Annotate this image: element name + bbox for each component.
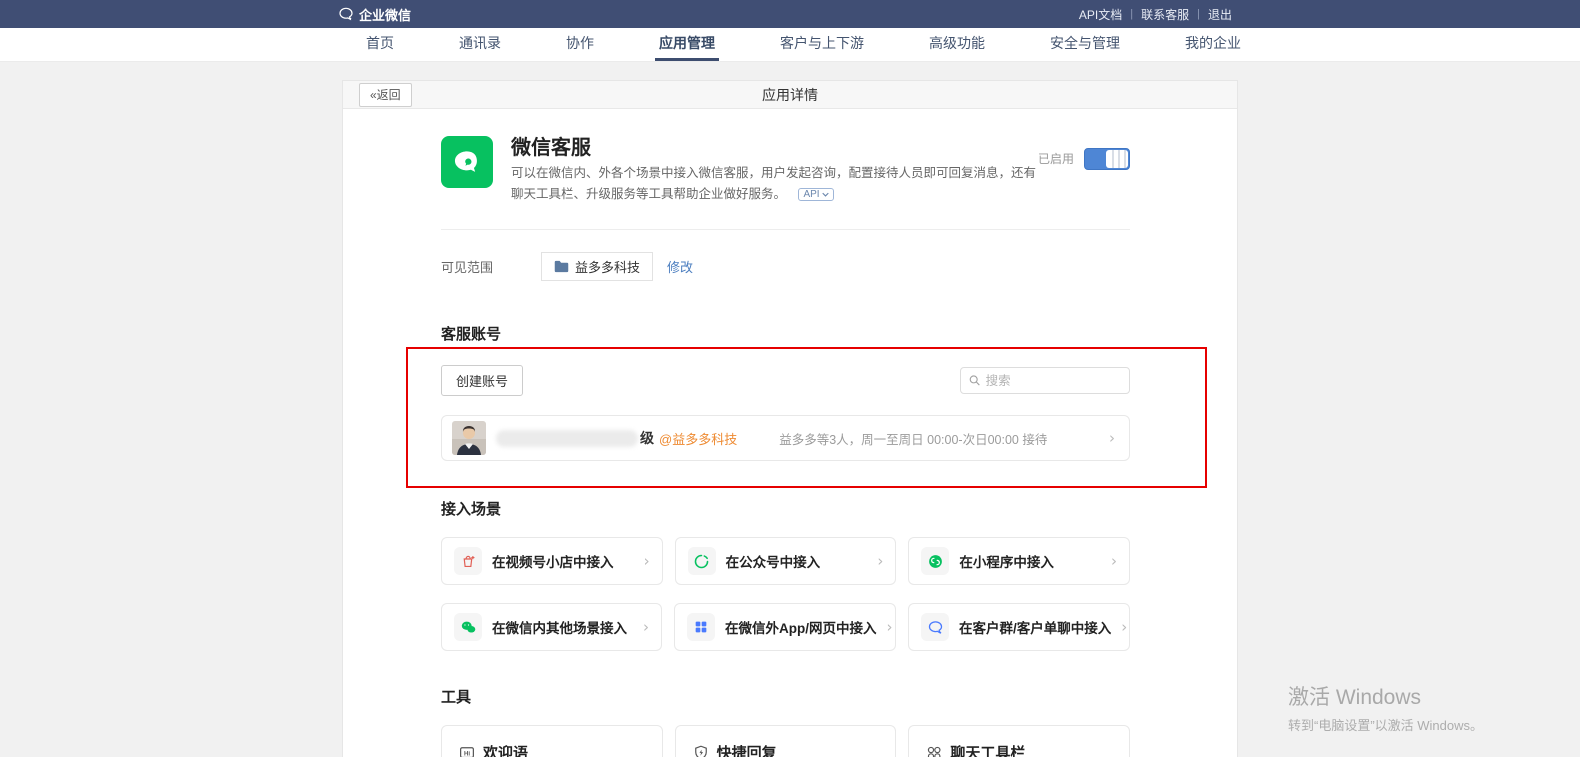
nav-security[interactable]: 安全与管理: [1046, 28, 1124, 61]
nav-home[interactable]: 首页: [362, 28, 398, 61]
app-grid-icon: [687, 613, 715, 641]
main-nav: 首页 通讯录 协作 应用管理 客户与上下游 高级功能 安全与管理 我的企业: [0, 28, 1580, 62]
tools-section-title: 工具: [441, 686, 1130, 707]
nav-contacts[interactable]: 通讯录: [455, 28, 505, 61]
visible-range-value: 益多多科技: [575, 257, 640, 276]
tool-card-title: 聊天工具栏: [950, 742, 1025, 757]
account-name-redacted: [496, 430, 638, 447]
create-account-button[interactable]: 创建账号: [441, 365, 523, 396]
nav-customers[interactable]: 客户与上下游: [776, 28, 868, 61]
topbar-links: API文档 | 联系客服 | 退出: [1079, 6, 1232, 23]
contact-support-link[interactable]: 联系客服: [1141, 6, 1189, 23]
quick-reply-icon: [692, 744, 710, 757]
official-account-icon: [688, 547, 716, 575]
chevron-right-icon: ›: [877, 552, 883, 570]
api-tag-label: API: [803, 189, 819, 200]
tools-row: Hi 欢迎语 客户进入咨询会话时，将收到欢迎语。欢迎语支持添加知识库问答，添加后…: [441, 725, 1130, 757]
watermark-line2: 转到“电脑设置”以激活 Windows。: [1288, 715, 1483, 734]
chevron-right-icon: ›: [1109, 429, 1115, 447]
tool-card-title: 快捷回复: [717, 742, 777, 757]
topbar: 企业微信 API文档 | 联系客服 | 退出: [0, 0, 1580, 28]
separator: |: [1130, 8, 1133, 20]
nav-my-company[interactable]: 我的企业: [1181, 28, 1245, 61]
search-icon: [969, 374, 981, 387]
wechat-kf-app-icon: [441, 136, 493, 188]
nav-collaboration[interactable]: 协作: [562, 28, 598, 61]
brand-logo: 企业微信: [338, 5, 411, 24]
miniprogram-icon: [921, 547, 949, 575]
chevron-right-icon: ›: [887, 618, 893, 636]
svg-text:Hi: Hi: [464, 751, 470, 757]
app-name: 微信客服: [511, 136, 1038, 160]
scene-row-1: 在视频号小店中接入 › 在公众号中接入 › 在小程序中接入 ›: [441, 537, 1130, 585]
account-name-suffix: 级: [640, 428, 654, 448]
visible-range-tag: 益多多科技: [541, 252, 653, 281]
scene-section-title: 接入场景: [441, 498, 1130, 519]
wecom-chat-icon: [921, 613, 949, 641]
account-row[interactable]: 级 @益多多科技 益多多等3人，周一至周日 00:00-次日00:00 接待 ›: [441, 415, 1130, 461]
visible-range-row: 可见范围 益多多科技 修改: [441, 252, 1130, 281]
avatar: [452, 421, 486, 455]
scene-card-label: 在微信外App/网页中接入: [725, 617, 877, 637]
tool-card-welcome[interactable]: Hi 欢迎语 客户进入咨询会话时，将收到欢迎语。欢迎语支持添加知识库问答，添加后…: [441, 725, 663, 757]
watermark-line1: 激活 Windows: [1288, 681, 1483, 711]
app-status: 已启用: [1038, 136, 1130, 204]
enable-toggle[interactable]: [1084, 148, 1130, 170]
divider: [441, 229, 1130, 230]
scene-card-label: 在客户群/客户单聊中接入: [959, 617, 1111, 637]
tool-card-chat-toolbar[interactable]: 聊天工具栏 企业可将应用页面配置到聊天工具栏，方便接待人员在客服聊天中查看和使用…: [908, 725, 1130, 757]
search-box: [960, 367, 1130, 394]
status-label: 已启用: [1038, 148, 1074, 170]
chevron-right-icon: ›: [644, 552, 650, 570]
app-header: 微信客服 可以在微信内、外各个场景中接入微信客服，用户发起咨询，配置接待人员即可…: [441, 136, 1130, 204]
chevron-right-icon: ›: [643, 618, 649, 636]
app-detail-panel: «返回 应用详情 微信客服 可以在微信内、外各个场景中接入微信客服，用户发起咨询…: [342, 80, 1238, 757]
logout-link[interactable]: 退出: [1208, 6, 1232, 23]
windows-activation-watermark: 激活 Windows 转到“电脑设置”以激活 Windows。: [1288, 681, 1483, 734]
account-info: 益多多等3人，周一至周日 00:00-次日00:00 接待: [779, 429, 1047, 448]
scene-card-external-app[interactable]: 在微信外App/网页中接入 ›: [674, 603, 896, 651]
api-dropdown[interactable]: API: [798, 188, 833, 201]
toggle-knob: [1106, 150, 1128, 168]
scene-card-label: 在微信内其他场景接入: [492, 617, 627, 637]
content-area: «返回 应用详情 微信客服 可以在微信内、外各个场景中接入微信客服，用户发起咨询…: [0, 62, 1580, 757]
account-toolbar: 创建账号: [441, 365, 1130, 396]
scene-card-label: 在小程序中接入: [959, 551, 1054, 571]
panel-header: «返回 应用详情: [343, 81, 1237, 109]
tool-card-title: 欢迎语: [483, 742, 528, 757]
scene-card-official-account[interactable]: 在公众号中接入 ›: [675, 537, 897, 585]
chevron-down-icon: [822, 192, 829, 197]
page-title: 应用详情: [343, 85, 1237, 105]
scene-card-channels-shop[interactable]: 在视频号小店中接入 ›: [441, 537, 663, 585]
search-input[interactable]: [986, 374, 1121, 388]
hi-greeting-icon: Hi: [458, 744, 476, 757]
scene-card-label: 在视频号小店中接入: [492, 551, 614, 571]
app-meta: 微信客服 可以在微信内、外各个场景中接入微信客服，用户发起咨询，配置接待人员即可…: [511, 136, 1038, 204]
scene-card-customer-chat[interactable]: 在客户群/客户单聊中接入 ›: [908, 603, 1130, 651]
brand-name: 企业微信: [359, 5, 411, 24]
app-description: 可以在微信内、外各个场景中接入微信客服，用户发起咨询，配置接待人员即可回复消息，…: [511, 166, 1036, 201]
nav-advanced[interactable]: 高级功能: [925, 28, 989, 61]
edit-range-link[interactable]: 修改: [667, 257, 693, 276]
separator: |: [1197, 8, 1200, 20]
nav-app-management[interactable]: 应用管理: [655, 28, 719, 61]
scene-card-miniprogram[interactable]: 在小程序中接入 ›: [908, 537, 1130, 585]
tool-card-quick-reply[interactable]: 快捷回复 企业可为接待人员统一配置快捷回复，接待人员还可自己添加，添加后，接待人…: [675, 725, 897, 757]
channels-shop-icon: [454, 547, 482, 575]
chevron-right-icon: ›: [1111, 552, 1117, 570]
scene-row-2: 在微信内其他场景接入 › 在微信外App/网页中接入 › 在客户群/客户单聊中接…: [441, 603, 1130, 651]
scene-card-label: 在公众号中接入: [726, 551, 821, 571]
visible-range-label: 可见范围: [441, 257, 541, 276]
wecom-bubble-icon: [338, 6, 354, 22]
folder-icon: [554, 260, 569, 273]
chevron-right-icon: ›: [1121, 618, 1127, 636]
account-section-title: 客服账号: [441, 323, 1130, 344]
account-mention: @益多多科技: [659, 429, 737, 448]
api-doc-link[interactable]: API文档: [1079, 6, 1122, 23]
chat-toolbar-icon: [925, 744, 943, 757]
wechat-icon: [454, 613, 482, 641]
scene-card-wechat-other[interactable]: 在微信内其他场景接入 ›: [441, 603, 662, 651]
